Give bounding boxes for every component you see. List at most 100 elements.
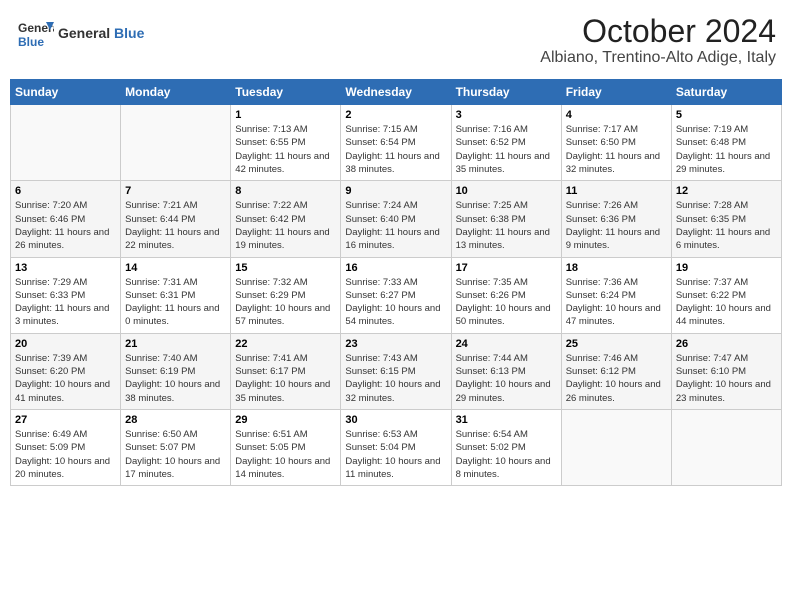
day-info: Sunrise: 7:29 AMSunset: 6:33 PMDaylight:… — [15, 276, 116, 329]
cell-2-0: 13 Sunrise: 7:29 AMSunset: 6:33 PMDayligh… — [11, 257, 121, 333]
day-number: 24 — [456, 338, 557, 350]
day-number: 21 — [125, 338, 226, 350]
cell-0-1 — [121, 105, 231, 181]
cell-4-1: 28 Sunrise: 6:50 AMSunset: 5:07 PMDayligh… — [121, 409, 231, 485]
day-info: Sunrise: 6:54 AMSunset: 5:02 PMDaylight:… — [456, 428, 557, 481]
day-number: 18 — [566, 262, 667, 274]
day-info: Sunrise: 7:44 AMSunset: 6:13 PMDaylight:… — [456, 352, 557, 405]
day-number: 3 — [456, 109, 557, 121]
day-info: Sunrise: 7:32 AMSunset: 6:29 PMDaylight:… — [235, 276, 336, 329]
day-number: 16 — [345, 262, 446, 274]
header-friday: Friday — [561, 80, 671, 105]
day-info: Sunrise: 7:26 AMSunset: 6:36 PMDaylight:… — [566, 199, 667, 252]
header-monday: Monday — [121, 80, 231, 105]
day-number: 5 — [676, 109, 777, 121]
day-number: 25 — [566, 338, 667, 350]
day-info: Sunrise: 7:20 AMSunset: 6:46 PMDaylight:… — [15, 199, 116, 252]
day-info: Sunrise: 6:53 AMSunset: 5:04 PMDaylight:… — [345, 428, 446, 481]
day-number: 28 — [125, 414, 226, 426]
cell-4-6 — [671, 409, 781, 485]
day-info: Sunrise: 7:40 AMSunset: 6:19 PMDaylight:… — [125, 352, 226, 405]
cell-2-5: 18 Sunrise: 7:36 AMSunset: 6:24 PMDayligh… — [561, 257, 671, 333]
header-saturday: Saturday — [671, 80, 781, 105]
day-info: Sunrise: 7:13 AMSunset: 6:55 PMDaylight:… — [235, 123, 336, 176]
day-info: Sunrise: 7:15 AMSunset: 6:54 PMDaylight:… — [345, 123, 446, 176]
week-row-2: 6 Sunrise: 7:20 AMSunset: 6:46 PMDaylight… — [11, 181, 782, 257]
day-info: Sunrise: 7:43 AMSunset: 6:15 PMDaylight:… — [345, 352, 446, 405]
cell-1-4: 10Sunrise: 7:25 AMSunset: 6:38 PMDayligh… — [451, 181, 561, 257]
calendar-title: October 2024 — [540, 14, 776, 49]
day-number: 26 — [676, 338, 777, 350]
cell-3-5: 25 Sunrise: 7:46 AMSunset: 6:12 PMDayligh… — [561, 333, 671, 409]
day-info: Sunrise: 7:24 AMSunset: 6:40 PMDaylight:… — [345, 199, 446, 252]
header-thursday: Thursday — [451, 80, 561, 105]
cell-3-4: 24 Sunrise: 7:44 AMSunset: 6:13 PMDayligh… — [451, 333, 561, 409]
calendar-subtitle: Albiano, Trentino-Alto Adige, Italy — [540, 49, 776, 67]
header-tuesday: Tuesday — [231, 80, 341, 105]
day-number: 12 — [676, 185, 777, 197]
cell-1-6: 12 Sunrise: 7:28 AMSunset: 6:35 PMDayligh… — [671, 181, 781, 257]
cell-3-1: 21 Sunrise: 7:40 AMSunset: 6:19 PMDayligh… — [121, 333, 231, 409]
day-info: Sunrise: 7:22 AMSunset: 6:42 PMDaylight:… — [235, 199, 336, 252]
day-info: Sunrise: 7:28 AMSunset: 6:35 PMDaylight:… — [676, 199, 777, 252]
cell-2-6: 19 Sunrise: 7:37 AMSunset: 6:22 PMDayligh… — [671, 257, 781, 333]
day-number: 6 — [15, 185, 116, 197]
cell-1-2: 8 Sunrise: 7:22 AMSunset: 6:42 PMDaylight… — [231, 181, 341, 257]
logo-icon: General Blue — [16, 14, 54, 52]
logo-blue: Blue — [114, 25, 144, 41]
day-info: Sunrise: 7:39 AMSunset: 6:20 PMDaylight:… — [15, 352, 116, 405]
cell-1-5: 11 Sunrise: 7:26 AMSunset: 6:36 PMDayligh… — [561, 181, 671, 257]
svg-text:Blue: Blue — [18, 35, 44, 49]
title-block: October 2024 Albiano, Trentino-Alto Adig… — [540, 14, 776, 67]
day-info: Sunrise: 7:31 AMSunset: 6:31 PMDaylight:… — [125, 276, 226, 329]
cell-0-3: 2Sunrise: 7:15 AMSunset: 6:54 PMDaylight… — [341, 105, 451, 181]
calendar-table: SundayMondayTuesdayWednesdayThursdayFrid… — [10, 79, 782, 486]
logo: General Blue General Blue — [16, 14, 144, 52]
day-number: 1 — [235, 109, 336, 121]
day-number: 11 — [566, 185, 667, 197]
cell-3-6: 26 Sunrise: 7:47 AMSunset: 6:10 PMDayligh… — [671, 333, 781, 409]
header-wednesday: Wednesday — [341, 80, 451, 105]
day-number: 22 — [235, 338, 336, 350]
day-info: Sunrise: 6:49 AMSunset: 5:09 PMDaylight:… — [15, 428, 116, 481]
week-row-3: 13 Sunrise: 7:29 AMSunset: 6:33 PMDayligh… — [11, 257, 782, 333]
day-number: 30 — [345, 414, 446, 426]
day-number: 15 — [235, 262, 336, 274]
day-number: 19 — [676, 262, 777, 274]
day-info: Sunrise: 7:35 AMSunset: 6:26 PMDaylight:… — [456, 276, 557, 329]
day-number: 9 — [345, 185, 446, 197]
day-number: 31 — [456, 414, 557, 426]
day-number: 8 — [235, 185, 336, 197]
week-row-1: 1 Sunrise: 7:13 AMSunset: 6:55 PMDaylight… — [11, 105, 782, 181]
week-row-5: 27 Sunrise: 6:49 AMSunset: 5:09 PMDayligh… — [11, 409, 782, 485]
cell-0-4: 3 Sunrise: 7:16 AMSunset: 6:52 PMDaylight… — [451, 105, 561, 181]
day-info: Sunrise: 7:47 AMSunset: 6:10 PMDaylight:… — [676, 352, 777, 405]
day-info: Sunrise: 7:25 AMSunset: 6:38 PMDaylight:… — [456, 199, 557, 252]
cell-4-0: 27 Sunrise: 6:49 AMSunset: 5:09 PMDayligh… — [11, 409, 121, 485]
cell-2-4: 17Sunrise: 7:35 AMSunset: 6:26 PMDayligh… — [451, 257, 561, 333]
cell-2-3: 16 Sunrise: 7:33 AMSunset: 6:27 PMDayligh… — [341, 257, 451, 333]
day-info: Sunrise: 7:37 AMSunset: 6:22 PMDaylight:… — [676, 276, 777, 329]
cell-3-2: 22 Sunrise: 7:41 AMSunset: 6:17 PMDayligh… — [231, 333, 341, 409]
logo-text: General Blue — [58, 25, 144, 41]
day-info: Sunrise: 7:17 AMSunset: 6:50 PMDaylight:… — [566, 123, 667, 176]
day-info: Sunrise: 7:16 AMSunset: 6:52 PMDaylight:… — [456, 123, 557, 176]
day-info: Sunrise: 7:36 AMSunset: 6:24 PMDaylight:… — [566, 276, 667, 329]
cell-4-2: 29Sunrise: 6:51 AMSunset: 5:05 PMDayligh… — [231, 409, 341, 485]
day-number: 23 — [345, 338, 446, 350]
cell-4-5 — [561, 409, 671, 485]
day-info: Sunrise: 6:51 AMSunset: 5:05 PMDaylight:… — [235, 428, 336, 481]
day-info: Sunrise: 7:21 AMSunset: 6:44 PMDaylight:… — [125, 199, 226, 252]
day-info: Sunrise: 7:46 AMSunset: 6:12 PMDaylight:… — [566, 352, 667, 405]
day-info: Sunrise: 7:41 AMSunset: 6:17 PMDaylight:… — [235, 352, 336, 405]
cell-1-3: 9 Sunrise: 7:24 AMSunset: 6:40 PMDaylight… — [341, 181, 451, 257]
day-info: Sunrise: 6:50 AMSunset: 5:07 PMDaylight:… — [125, 428, 226, 481]
day-number: 20 — [15, 338, 116, 350]
week-row-4: 20 Sunrise: 7:39 AMSunset: 6:20 PMDayligh… — [11, 333, 782, 409]
cell-1-1: 7Sunrise: 7:21 AMSunset: 6:44 PMDaylight… — [121, 181, 231, 257]
cell-4-4: 31 Sunrise: 6:54 AMSunset: 5:02 PMDayligh… — [451, 409, 561, 485]
day-info: Sunrise: 7:33 AMSunset: 6:27 PMDaylight:… — [345, 276, 446, 329]
day-number: 27 — [15, 414, 116, 426]
day-number: 13 — [15, 262, 116, 274]
cell-4-3: 30 Sunrise: 6:53 AMSunset: 5:04 PMDayligh… — [341, 409, 451, 485]
